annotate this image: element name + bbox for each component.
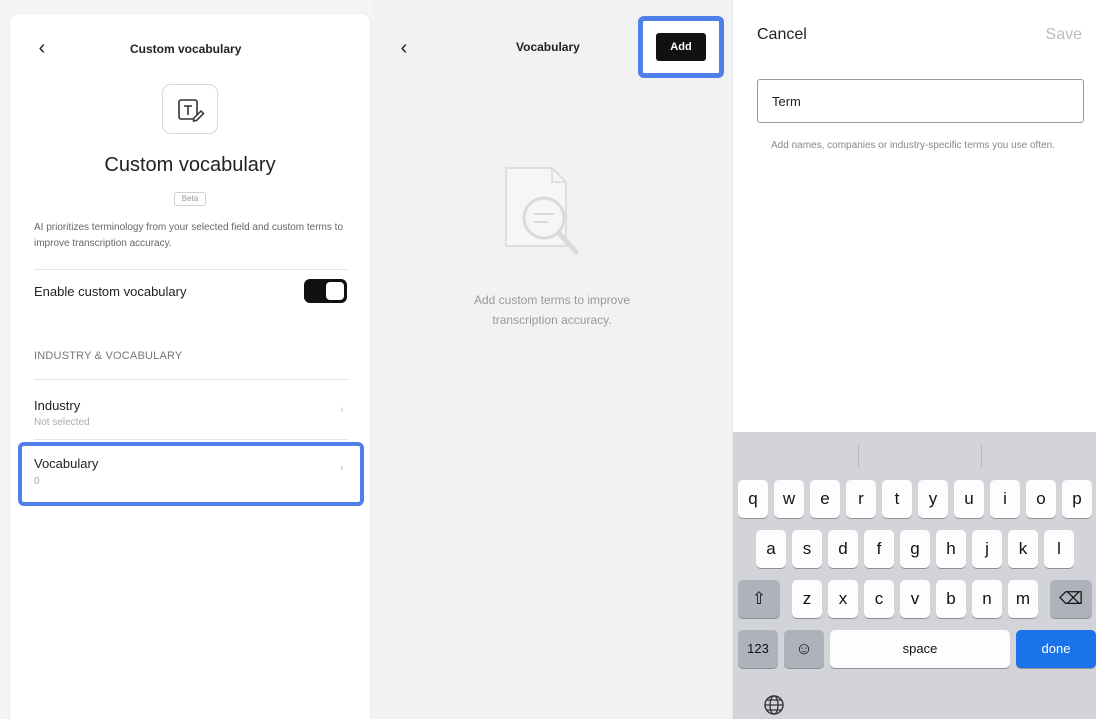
empty-state-text: Add custom terms to improve transcriptio… (473, 293, 631, 327)
add-button[interactable]: Add (656, 33, 706, 61)
numbers-key[interactable]: 123 (738, 630, 778, 668)
term-hint: Add names, companies or industry-specifi… (771, 140, 1056, 151)
key-y[interactable]: y (918, 480, 948, 518)
page-title: Custom vocabulary (104, 154, 276, 176)
toggle-knob (326, 282, 344, 300)
key-n[interactable]: n (972, 580, 1002, 618)
divider (34, 439, 348, 440)
section-header: INDUSTRY & VOCABULARY (34, 350, 183, 362)
divider (981, 444, 982, 468)
key-v[interactable]: v (900, 580, 930, 618)
add-button-highlight: Add (638, 16, 724, 78)
cancel-button[interactable]: Cancel (757, 26, 807, 44)
emoji-key[interactable]: ☺ (784, 630, 824, 668)
key-w[interactable]: w (774, 480, 804, 518)
divider (858, 444, 859, 468)
key-q[interactable]: q (738, 480, 768, 518)
vocabulary-screen: ‹ Vocabulary Add Add custom terms to imp… (372, 0, 732, 719)
vocabulary-row-highlight (18, 442, 364, 506)
predictive-bar (733, 432, 1096, 476)
key-k[interactable]: k (1008, 530, 1038, 568)
key-c[interactable]: c (864, 580, 894, 618)
shift-key[interactable]: ⇧ (738, 580, 780, 618)
back-button[interactable]: ‹ (32, 36, 52, 60)
save-button[interactable]: Save (1046, 26, 1082, 44)
key-o[interactable]: o (1026, 480, 1056, 518)
key-h[interactable]: h (936, 530, 966, 568)
divider (34, 379, 348, 380)
key-u[interactable]: u (954, 480, 984, 518)
text-edit-icon (162, 84, 218, 134)
key-e[interactable]: e (810, 480, 840, 518)
header-title: Vocabulary (516, 40, 580, 54)
term-input[interactable] (757, 79, 1084, 123)
key-j[interactable]: j (972, 530, 1002, 568)
document-search-icon (496, 160, 606, 275)
key-p[interactable]: p (1062, 480, 1092, 518)
key-l[interactable]: l (1044, 530, 1074, 568)
divider (34, 269, 348, 270)
key-f[interactable]: f (864, 530, 894, 568)
key-t[interactable]: t (882, 480, 912, 518)
key-m[interactable]: m (1008, 580, 1038, 618)
enable-custom-vocabulary-toggle[interactable] (304, 279, 347, 303)
key-a[interactable]: a (756, 530, 786, 568)
chevron-right-icon: › (340, 404, 344, 416)
on-screen-keyboard: q w e r t y u i o p a s d f g h j k l ⇧ … (733, 432, 1096, 719)
done-key[interactable]: done (1016, 630, 1096, 668)
industry-value: Not selected (34, 417, 90, 428)
custom-vocabulary-screen: ‹ Custom vocabulary Custom vocabulary Be… (0, 0, 372, 719)
description: AI prioritizes terminology from your sel… (34, 222, 344, 249)
header-title: Custom vocabulary (130, 42, 242, 56)
key-x[interactable]: x (828, 580, 858, 618)
space-key[interactable]: space (830, 630, 1010, 668)
key-z[interactable]: z (792, 580, 822, 618)
key-i[interactable]: i (990, 480, 1020, 518)
industry-label: Industry (34, 398, 81, 413)
key-b[interactable]: b (936, 580, 966, 618)
beta-badge: Beta (174, 192, 206, 206)
globe-icon[interactable] (763, 694, 785, 719)
delete-key[interactable]: ⌫ (1050, 580, 1092, 618)
settings-card: ‹ Custom vocabulary Custom vocabulary Be… (10, 14, 370, 719)
key-g[interactable]: g (900, 530, 930, 568)
enable-custom-vocabulary-label: Enable custom vocabulary (34, 284, 187, 299)
back-button[interactable]: ‹ (394, 36, 414, 60)
key-s[interactable]: s (792, 530, 822, 568)
key-r[interactable]: r (846, 480, 876, 518)
key-d[interactable]: d (828, 530, 858, 568)
add-term-screen: Cancel Save Add names, companies or indu… (732, 0, 1096, 719)
